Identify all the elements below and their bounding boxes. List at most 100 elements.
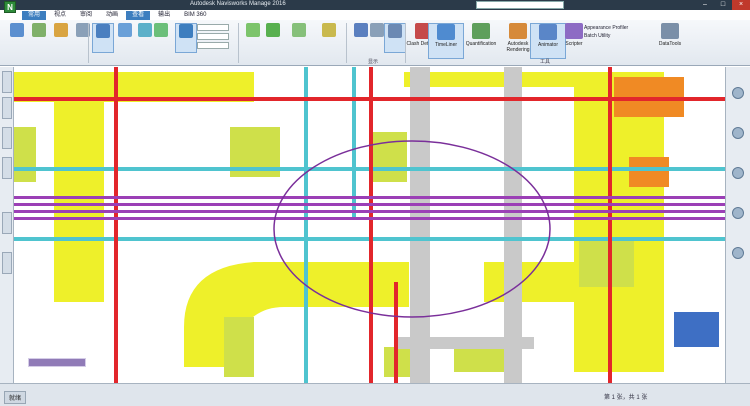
dock-tab-measure[interactable] [2,157,12,179]
appearance-profiler-button[interactable]: Appearance Profiler [584,24,628,32]
panel-tools-label: 工具 [540,59,551,65]
equipment-green-6[interactable] [384,347,414,377]
maximize-button[interactable]: □ [714,0,732,10]
zoom-icon[interactable] [732,167,744,179]
beam-gray-horizontal[interactable] [394,337,534,349]
equipment-green-5[interactable] [224,317,254,377]
hide-button[interactable] [242,23,264,53]
animator-icon [539,24,557,40]
reset-icon [54,23,68,37]
selection-tree-button[interactable] [175,23,197,53]
timeliner-icon [437,24,455,40]
pipe-red-v2[interactable] [369,67,373,383]
batch-utility-button[interactable]: Batch Utility [584,32,628,40]
timeliner-button[interactable]: TimeLiner [428,23,464,59]
select-same-icon [154,23,168,37]
help-search-input[interactable] [476,1,564,9]
equipment-green-4[interactable] [579,237,634,287]
scene-view[interactable] [14,67,725,383]
rendering-label: Autodesk Rendering [506,41,530,53]
quantification-icon [472,23,490,39]
animator-label: Animator [537,42,558,48]
tab-bim360[interactable]: BIM 360 [178,11,212,20]
datatools-label: DataTools [658,41,682,47]
quantification-label: Quantification [465,41,497,47]
dock-tab-selection-tree[interactable] [2,71,12,93]
dock-tab-sets[interactable] [2,97,12,119]
ribbon-tabs: 常用 视点 审阅 动画 查看 输出 BIM 360 [22,11,212,20]
select-same-button[interactable] [150,23,172,53]
panel-separator [88,23,89,63]
tab-home[interactable]: 常用 [22,11,47,20]
append-icon [10,23,24,37]
viewcube-icon[interactable] [732,87,744,99]
tab-animation[interactable]: 动画 [100,11,124,20]
ribbon: 显示 Clash Detective TimeLiner Quantificat… [0,20,750,66]
dock-tab-timeliner[interactable] [2,212,12,234]
pipe-purple-3[interactable] [14,210,725,213]
refresh-button[interactable] [28,23,50,53]
tab-output[interactable]: 输出 [152,11,176,20]
model-drawing [14,67,725,383]
tab-view[interactable]: 查看 [126,11,151,20]
hide-unselected-button[interactable] [288,23,310,53]
datatools-button[interactable]: DataTools [652,23,688,59]
equipment-blue[interactable] [674,312,719,347]
append-button[interactable] [6,23,28,53]
pipe-cyan-v2[interactable] [352,67,356,217]
minimize-button[interactable]: – [696,0,714,10]
reset-all-button[interactable] [50,23,72,53]
duct-vertical-left[interactable] [54,72,104,302]
datatools-icon [661,23,679,39]
save-icon [118,23,132,37]
pipe-cyan-v1[interactable] [304,67,308,383]
tree-icon [179,24,193,38]
beam-gray-2[interactable] [504,67,522,383]
file-options-button[interactable] [72,23,94,53]
pipe-purple-1[interactable] [14,196,725,199]
save-selection-button[interactable] [114,23,136,53]
left-dock-strip [0,67,14,383]
require-icon [266,23,280,37]
panel-display-label: 显示 [368,59,379,65]
tab-review[interactable]: 审阅 [74,11,98,20]
equipment-green-3[interactable] [372,132,407,182]
refresh-icon [32,23,46,37]
select-button[interactable] [92,23,114,53]
navigation-mini-bar[interactable] [28,358,86,367]
panel-separator [238,23,239,63]
status-page: 第 1 张，共 1 张 [604,395,648,401]
pipe-red-v4[interactable] [394,282,398,383]
find-items-list[interactable] [197,24,229,49]
window-controls: – □ × [696,0,750,10]
require-button[interactable] [262,23,284,53]
unhide-all-button[interactable] [318,23,340,53]
pan-icon[interactable] [732,127,744,139]
duct-bottom-right[interactable] [484,262,574,302]
right-nav-strip [725,67,750,383]
pipe-red-v3[interactable] [608,67,612,383]
app-logo[interactable]: N [4,1,16,13]
beam-gray-1[interactable] [410,67,430,383]
close-button[interactable]: × [732,0,750,10]
dock-tab-properties[interactable] [2,127,12,149]
pipe-purple-2[interactable] [14,203,725,206]
walk-icon[interactable] [732,247,744,259]
duct-top-strip[interactable] [404,72,584,87]
equipment-orange-mid[interactable] [629,157,669,187]
quantification-button[interactable]: Quantification [462,23,500,59]
dock-tab-clash[interactable] [2,252,12,274]
properties-button[interactable] [384,23,406,53]
title-bar: Autodesk Navisworks Manage 2016 – □ × [0,0,750,10]
hide-unselected-icon [292,23,306,37]
pipe-red-v1[interactable] [114,67,118,383]
cursor-icon [96,24,110,38]
orbit-icon[interactable] [732,207,744,219]
pipe-purple-4[interactable] [14,217,725,220]
panel-separator [346,23,347,63]
equipment-green-1[interactable] [14,127,36,182]
tab-viewpoint[interactable]: 视点 [48,11,72,20]
window-title: Autodesk Navisworks Manage 2016 [190,1,286,7]
scripter-label: Scripter [565,41,583,47]
status-ready: 就绪 [4,391,27,404]
